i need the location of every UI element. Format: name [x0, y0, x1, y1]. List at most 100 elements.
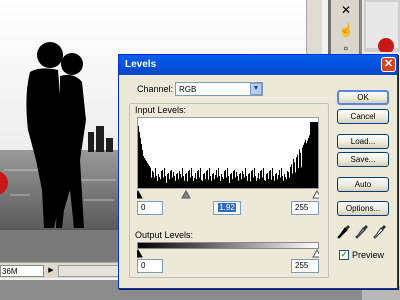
- histogram-bar: [164, 168, 165, 188]
- histogram-bar: [237, 176, 238, 188]
- histogram-bar: [290, 166, 291, 188]
- histogram-bar: [252, 170, 253, 188]
- dialog-title: Levels: [125, 59, 157, 70]
- histogram-bar: [285, 177, 286, 188]
- histogram-bar: [295, 172, 296, 188]
- histogram-bar: [271, 179, 272, 188]
- ok-button[interactable]: OK: [337, 90, 389, 105]
- histogram-bar: [307, 140, 308, 188]
- histogram-bar: [151, 177, 152, 188]
- histogram-bar: [313, 122, 314, 188]
- histogram-bar: [269, 171, 270, 188]
- input-gamma-handle[interactable]: [181, 190, 191, 199]
- histogram-bar: [171, 170, 172, 188]
- options-button[interactable]: Options...: [337, 201, 389, 216]
- histogram-bar: [221, 174, 222, 188]
- histogram-bar: [142, 150, 143, 188]
- histogram-bar: [148, 164, 149, 188]
- histogram-bar: [253, 177, 254, 188]
- histogram-bar: [153, 172, 154, 188]
- histogram-bar: [222, 177, 223, 188]
- channel-select[interactable]: RGB ▼: [175, 82, 263, 96]
- input-black-point-handle[interactable]: [137, 190, 143, 199]
- histogram-bar: [209, 168, 210, 188]
- dialog-titlebar[interactable]: Levels ✕: [119, 55, 397, 75]
- histogram-bar: [245, 168, 246, 188]
- preview-checkbox[interactable]: ✓: [339, 250, 349, 260]
- output-levels-slider[interactable]: [137, 249, 319, 258]
- output-white-field[interactable]: 255: [291, 259, 319, 273]
- histogram-bar: [293, 159, 294, 188]
- histogram-bar: [257, 178, 258, 188]
- histogram-bar: [224, 171, 225, 188]
- gray-point-eyedropper-icon[interactable]: [355, 224, 369, 240]
- white-point-eyedropper-icon[interactable]: [373, 224, 387, 240]
- histogram-bar: [259, 179, 260, 188]
- cancel-button[interactable]: Cancel: [337, 109, 389, 124]
- channel-value: RGB: [179, 85, 197, 94]
- output-black-point-handle[interactable]: [137, 249, 143, 258]
- save-button[interactable]: Save...: [337, 152, 389, 167]
- status-info-field[interactable]: 36M: [0, 265, 44, 277]
- input-black-field[interactable]: 0: [137, 201, 163, 215]
- histogram-bar: [312, 122, 313, 188]
- histogram-bar: [232, 179, 233, 188]
- histogram-bar: [317, 122, 318, 188]
- histogram-bar: [193, 180, 194, 188]
- histogram-bar: [192, 176, 193, 188]
- histogram-bar: [309, 135, 310, 188]
- output-white-point-handle[interactable]: [312, 249, 319, 258]
- output-gradient-bar: [137, 242, 319, 249]
- panel-thumbnail[interactable]: [364, 0, 400, 52]
- auto-button[interactable]: Auto: [337, 177, 389, 192]
- histogram-bar: [147, 162, 148, 188]
- histogram-bar: [183, 176, 184, 188]
- crossed-tools-icon[interactable]: ✕: [337, 2, 355, 18]
- histogram-bar: [152, 170, 153, 188]
- load-button[interactable]: Load...: [337, 134, 389, 149]
- histogram-bar: [236, 172, 237, 188]
- histogram-bar: [270, 170, 271, 188]
- histogram-bar: [194, 178, 195, 188]
- histogram-bar: [177, 173, 178, 188]
- histogram-bar: [281, 168, 282, 188]
- histogram-bar: [267, 173, 268, 188]
- histogram-bar: [175, 180, 176, 188]
- histogram-bar: [160, 179, 161, 188]
- black-point-eyedropper-icon[interactable]: [337, 224, 351, 240]
- histogram-bar: [213, 173, 214, 188]
- preview-label: Preview: [352, 250, 385, 260]
- output-black-field[interactable]: 0: [137, 259, 163, 273]
- input-gamma-field[interactable]: 1.92: [213, 201, 241, 215]
- histogram-bar: [158, 174, 159, 188]
- histogram-bar: [316, 122, 317, 188]
- histogram-bar: [201, 180, 202, 188]
- histogram-bar: [154, 177, 155, 188]
- histogram-bar: [197, 171, 198, 188]
- histogram-bar: [219, 176, 220, 188]
- histogram-bar: [238, 180, 239, 188]
- checkmark-icon: ✓: [340, 250, 348, 259]
- input-levels-slider[interactable]: [137, 190, 319, 199]
- input-white-point-handle[interactable]: [312, 190, 319, 199]
- input-white-field[interactable]: 255: [291, 201, 319, 215]
- histogram-bar: [266, 174, 267, 188]
- histogram-bar: [284, 174, 285, 188]
- histogram-bar: [218, 168, 219, 188]
- levels-histogram: [137, 117, 319, 189]
- histogram-bar: [189, 170, 190, 188]
- close-button[interactable]: ✕: [381, 57, 396, 72]
- histogram-bar: [265, 180, 266, 188]
- histogram-bar: [226, 177, 227, 188]
- status-menu-arrow-icon[interactable]: ▶: [46, 265, 56, 277]
- hand-tool-icon[interactable]: ☝: [337, 22, 355, 38]
- histogram-bar: [212, 174, 213, 188]
- input-gamma-value: 1.92: [218, 203, 236, 212]
- chevron-down-icon[interactable]: ▼: [250, 83, 262, 95]
- levels-dialog: Levels ✕ Channel: RGB ▼ Input Levels: 0 …: [118, 54, 398, 289]
- histogram-bar: [214, 179, 215, 188]
- histogram-bar: [149, 166, 150, 188]
- histogram-bar: [234, 170, 235, 188]
- histogram-bar: [207, 170, 208, 188]
- histogram-bar: [220, 180, 221, 188]
